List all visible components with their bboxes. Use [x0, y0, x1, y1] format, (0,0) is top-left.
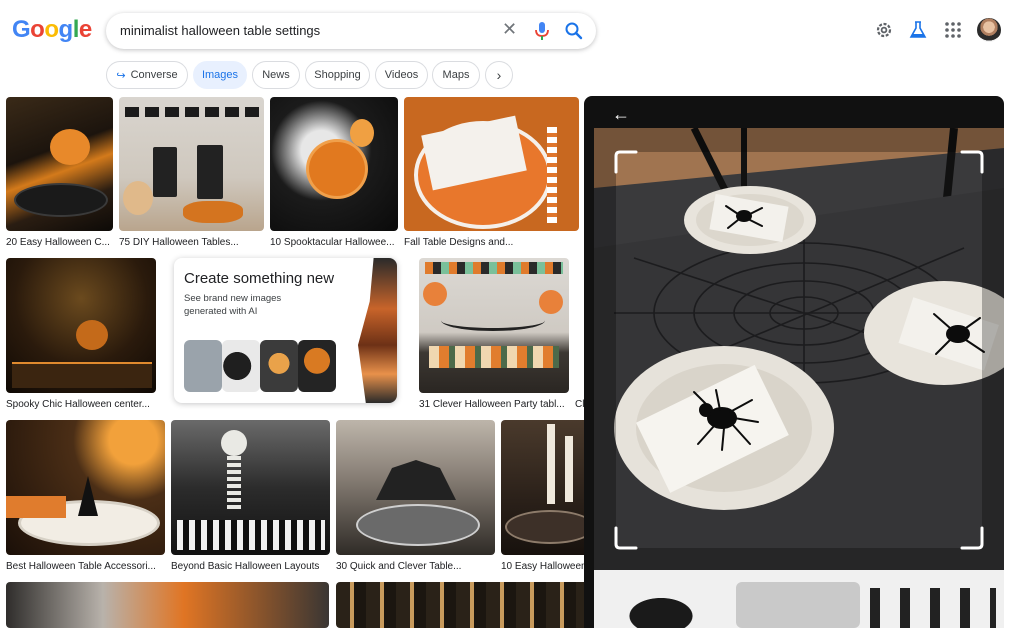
result-image[interactable]: [501, 420, 594, 555]
tabs-scroll-right-button[interactable]: ›: [485, 61, 513, 89]
tab-videos[interactable]: Videos: [375, 61, 428, 89]
table-shape: [12, 362, 152, 388]
table-shape: [356, 504, 480, 546]
chevron-right-icon: ›: [496, 67, 502, 83]
promo-subtitle: See brand new images generated with AI: [184, 293, 282, 317]
result-image[interactable]: [171, 420, 330, 555]
pumpkin-shape: [76, 320, 108, 350]
result-image[interactable]: [6, 258, 156, 393]
treats-table: [429, 346, 559, 368]
result-caption[interactable]: 10 Spooktacular Hallowee...: [270, 237, 398, 248]
cutlery-shape: [547, 127, 557, 223]
result-image[interactable]: [6, 582, 329, 628]
result-caption[interactable]: Beyond Basic Halloween Layouts: [171, 561, 330, 572]
plate-shape: [14, 183, 108, 217]
settings-icon[interactable]: [874, 20, 894, 40]
labs-flask-icon[interactable]: [908, 20, 928, 40]
halloween-banner: [441, 310, 545, 331]
napkin-shape: [6, 496, 66, 518]
tab-label: News: [262, 69, 290, 81]
converse-arrow-icon: ↪: [116, 69, 126, 82]
search-icon[interactable]: [564, 21, 584, 41]
tab-images[interactable]: Images: [193, 61, 247, 89]
related-image[interactable]: [612, 588, 710, 628]
generated-image-thumbnail[interactable]: [184, 340, 222, 392]
candle-shape: [565, 436, 573, 502]
skull-shape: [221, 430, 247, 456]
search-input[interactable]: minimalist halloween table settings: [120, 23, 320, 38]
result-image[interactable]: [336, 420, 495, 555]
witch-hat: [78, 476, 98, 516]
chair-shape: [153, 147, 177, 197]
lens-selected-image[interactable]: [594, 128, 1004, 570]
clear-search-icon[interactable]: ✕: [502, 19, 517, 40]
tab-label: Shopping: [314, 69, 361, 81]
search-box[interactable]: minimalist halloween table settings ✕: [106, 13, 596, 49]
result-image[interactable]: [270, 97, 398, 231]
pattern-table: [177, 520, 325, 550]
result-image[interactable]: [419, 258, 569, 393]
account-avatar[interactable]: [977, 18, 1001, 42]
related-results-strip: [594, 570, 1004, 628]
result-image[interactable]: [6, 97, 113, 231]
ai-image-promo-card[interactable]: Create something new See brand new image…: [174, 258, 397, 403]
chair-shape: [197, 145, 223, 199]
logo-letter: e: [78, 16, 92, 43]
generated-image-thumbnail[interactable]: [222, 340, 260, 392]
logo-letter: o: [44, 16, 59, 43]
result-image[interactable]: [119, 97, 264, 231]
result-caption[interactable]: 31 Clever Halloween Party tabl...: [419, 399, 569, 410]
tab-label: Images: [201, 69, 239, 81]
apps-grid-icon[interactable]: [943, 20, 963, 40]
pumpkin-shape: [350, 119, 374, 147]
google-logo[interactable]: Google: [12, 16, 92, 44]
plate-shape: [306, 139, 368, 199]
tab-converse[interactable]: ↪ Converse: [106, 61, 188, 89]
paper-fan-decoration: [423, 282, 447, 306]
tab-news[interactable]: News: [252, 61, 300, 89]
tab-label: Videos: [384, 69, 419, 81]
related-image[interactable]: [736, 582, 860, 628]
result-image[interactable]: [6, 420, 165, 555]
pumpkin-row: [183, 201, 243, 223]
pumpkin-shape: [50, 129, 90, 165]
related-image[interactable]: [870, 588, 996, 628]
result-caption[interactable]: Best Halloween Table Accessori...: [6, 561, 165, 572]
bunting-garland: [425, 262, 563, 274]
result-caption[interactable]: 10 Easy Halloween C: [501, 561, 594, 572]
paper-fan-decoration: [539, 290, 563, 314]
promo-title: Create something new: [184, 270, 335, 287]
skeleton-shape: [227, 456, 241, 512]
bat-garland: [125, 107, 259, 117]
result-caption[interactable]: 75 DIY Halloween Tables...: [119, 237, 264, 248]
result-caption[interactable]: Fall Table Designs and...: [404, 237, 579, 248]
pumpkin-shape: [123, 181, 153, 215]
microphone-icon[interactable]: [534, 21, 550, 41]
plate-shape: [505, 510, 594, 544]
candle-shape: [547, 424, 555, 504]
tab-maps[interactable]: Maps: [432, 61, 480, 89]
tab-shopping[interactable]: Shopping: [305, 61, 370, 89]
generated-image-thumbnail[interactable]: [260, 340, 298, 392]
result-image[interactable]: [404, 97, 579, 231]
tab-label: Maps: [442, 69, 470, 81]
promo-decoration: [358, 258, 397, 403]
logo-letter: G: [12, 16, 31, 43]
generated-image-thumbnail[interactable]: [298, 340, 336, 392]
result-image[interactable]: [336, 582, 594, 628]
logo-letter: o: [30, 16, 45, 43]
centerpiece-shape: [376, 460, 456, 500]
tab-label: Converse: [130, 69, 178, 81]
logo-letter: g: [58, 16, 74, 43]
result-caption[interactable]: Spooky Chic Halloween center...: [6, 399, 156, 410]
back-arrow-icon[interactable]: ←: [612, 104, 630, 125]
result-caption[interactable]: 20 Easy Halloween C...: [6, 237, 113, 248]
result-caption[interactable]: 30 Quick and Clever Table...: [336, 561, 495, 572]
